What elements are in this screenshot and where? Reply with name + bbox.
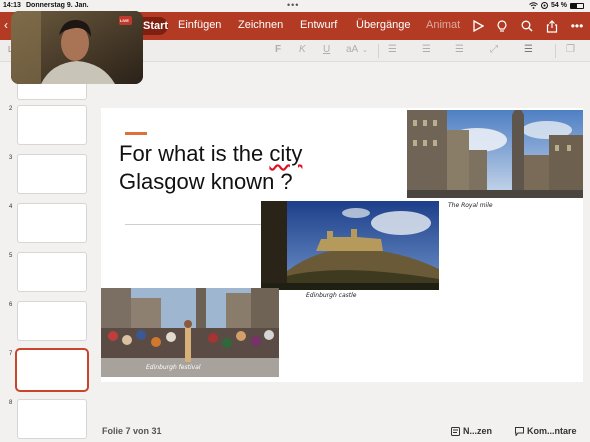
search-icon[interactable] [519,18,535,34]
notes-button[interactable]: N...zen [451,426,492,436]
more-icon[interactable]: ••• [569,18,585,34]
royal-mile-photo[interactable] [407,110,583,198]
festival-caption[interactable]: Edinburgh festival [146,364,201,371]
bold-button[interactable]: F [275,44,281,55]
chevron-down-icon[interactable]: ⌄ [362,46,368,54]
line-spacing-icon[interactable]: ☰ [455,44,464,55]
slide-counter: Folie 7 von 31 [102,426,162,436]
align-icon[interactable]: ☰ [524,44,533,55]
tab-start[interactable]: Start [140,17,168,35]
thumbnail-number: 4 [9,204,13,210]
bullet-list-icon[interactable]: ☰ [388,44,397,55]
numbered-list-icon[interactable]: ☰ [422,44,431,55]
status-right: 54 % [529,2,584,9]
slide-thumbnail-2[interactable] [17,105,87,145]
tab-entwurf[interactable]: Entwurf [300,19,337,31]
spellcheck-word: city [269,141,303,166]
slide-title[interactable]: For what is the city Glasgow known ? [119,140,302,196]
slide-thumbnail-6[interactable] [17,301,87,341]
video-call-overlay[interactable]: LIVE [11,11,143,84]
status-date: Donnerstag 9. Jan. [26,2,89,9]
comment-icon [515,426,524,436]
slide-thumbnail-3[interactable] [17,154,87,194]
castle-caption[interactable]: Edinburgh castle [306,292,356,299]
toolbar-divider [555,44,556,58]
slide-canvas[interactable]: For what is the city Glasgow known ? The… [101,108,583,382]
tab-uebergaenge[interactable]: Übergänge [356,19,410,31]
notes-label: N...zen [463,426,493,436]
text-direction-icon[interactable]: ⤢ [490,44,498,55]
slide-thumbnail-4[interactable] [17,203,87,243]
thumbnail-number: 2 [9,106,13,112]
share-icon[interactable] [544,18,560,34]
thumbnail-number: 3 [9,155,13,161]
italic-button[interactable]: K [299,44,306,55]
tab-zeichnen[interactable]: Zeichnen [238,19,283,31]
back-chevron-icon[interactable]: ‹ [4,18,8,32]
toolbar-divider [378,44,379,58]
tab-einfuegen[interactable]: Einfügen [178,19,221,31]
slide-thumbnail-7-selected[interactable] [15,348,89,392]
battery-percent: 54 % [551,2,567,9]
royal-mile-caption[interactable]: The Royal mile [448,202,493,209]
title-accent-line [125,132,147,135]
slide-thumbnail-panel: 2 3 4 5 6 7 8 [0,60,95,442]
tab-animationen[interactable]: Animat [426,19,460,31]
play-icon[interactable] [470,18,486,34]
divider-line [125,224,265,225]
wifi-icon [529,2,538,9]
slide-thumbnail-5[interactable] [17,252,87,292]
status-time: 14:13 [3,2,21,9]
notes-icon [451,426,460,436]
comments-button[interactable]: Kom...ntare [515,426,577,436]
thumbnail-number: 6 [9,302,13,308]
edinburgh-castle-photo[interactable] [261,201,439,290]
bottom-bar: Folie 7 von 31 N...zen Kom...ntare [95,420,590,442]
multitasking-dots-icon[interactable]: ••• [287,0,299,10]
comments-label: Kom...ntare [527,426,577,436]
lightbulb-icon[interactable] [494,18,510,34]
location-icon [541,2,549,9]
font-size-button[interactable]: aA [346,44,358,55]
underline-button[interactable]: U [323,44,330,55]
live-badge: LIVE [120,18,129,23]
thumbnail-number: 7 [9,351,13,357]
copy-icon[interactable]: ❐ [566,44,575,55]
thumbnail-number: 5 [9,253,13,259]
battery-icon [570,2,584,9]
thumbnail-number: 8 [9,400,13,406]
slide-thumbnail-8[interactable] [17,399,87,439]
